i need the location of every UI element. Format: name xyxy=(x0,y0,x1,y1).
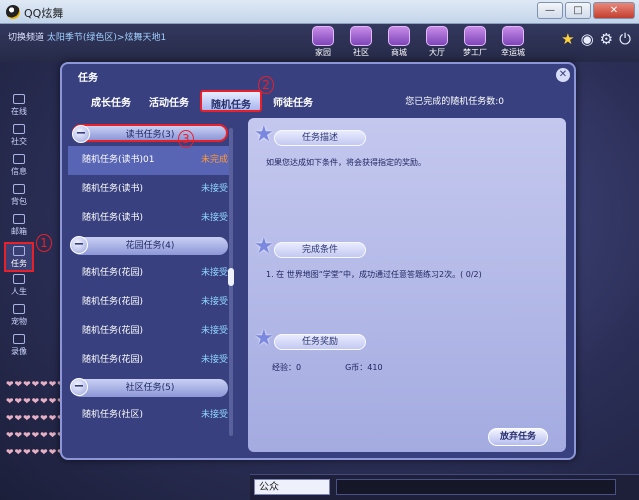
section-title: 任务奖励 xyxy=(274,334,366,350)
window-titlebar: QQ炫舞 — □ ✕ xyxy=(0,0,639,24)
sound-icon[interactable]: ◉ xyxy=(581,30,594,48)
lucky-city-icon xyxy=(502,26,524,46)
condition-text: 1. 在 世界地图“学堂”中，成功通过任意答题练习2次。( 0/2) xyxy=(266,270,482,279)
task-row[interactable]: 随机任务(读书)01 未完成 xyxy=(68,146,232,175)
pet-icon xyxy=(13,304,25,314)
completed-count: 您已完成的随机任务数:0 xyxy=(405,97,504,107)
chat-message-input[interactable] xyxy=(336,479,616,495)
task-row[interactable]: 随机任务(社区) 未接受 xyxy=(68,401,232,430)
replay-icon xyxy=(13,334,25,344)
window-title: QQ炫舞 xyxy=(24,7,64,20)
tab-mentor[interactable]: 师徒任务 xyxy=(264,90,322,112)
switch-channel-link[interactable]: 切换频道 xyxy=(8,33,44,43)
mail-icon xyxy=(13,214,25,224)
task-list: − 读书任务(3) 随机任务(读书)01 未完成 随机任务(读书) 未接受 随机任务… xyxy=(68,120,232,440)
mall-icon xyxy=(388,26,410,46)
nav-dream-factory[interactable]: 梦工厂 xyxy=(460,26,490,58)
chat-input-bar: 公众 xyxy=(250,474,639,500)
dream-factory-icon xyxy=(464,26,486,46)
task-detail: ★ 任务描述 如果您达成如下条件，将会获得指定的奖励。 ★ 完成条件 1. 在 世界… xyxy=(248,118,566,452)
category-reading[interactable]: − 读书任务(3) xyxy=(72,124,228,143)
section-title: 任务描述 xyxy=(274,130,366,146)
chat-channel-select[interactable]: 公众 xyxy=(254,479,330,495)
info-icon xyxy=(13,154,25,164)
nav-lobby[interactable]: 大厅 xyxy=(422,26,452,58)
annotation-2: 2 xyxy=(258,76,274,94)
task-row[interactable]: 随机任务(读书) 未接受 xyxy=(68,204,232,233)
task-icon xyxy=(13,246,25,256)
nav-community[interactable]: 社区 xyxy=(346,26,376,58)
tab-growth[interactable]: 成长任务 xyxy=(82,90,140,112)
rail-bag[interactable]: 背包 xyxy=(4,182,34,212)
rail-life[interactable]: 人生 xyxy=(4,272,34,302)
bag-icon xyxy=(13,184,25,194)
maximize-button[interactable]: □ xyxy=(565,2,591,19)
section-title: 完成条件 xyxy=(274,242,366,258)
rail-pet[interactable]: 宠物 xyxy=(4,302,34,332)
task-row[interactable]: 随机任务(花园) 未接受 xyxy=(68,259,232,288)
category-community[interactable]: − 社区任务(5) xyxy=(70,378,228,397)
collapse-icon[interactable]: − xyxy=(70,236,88,254)
right-tools: ★ ◉ ⚙ ⏻ xyxy=(561,30,631,48)
life-icon xyxy=(13,274,25,284)
side-rail: 在线 社交 信息 背包 邮箱 任务 人生 宠物 录像 xyxy=(4,92,34,362)
nav-mall[interactable]: 商城 xyxy=(384,26,414,58)
star-icon[interactable]: ★ xyxy=(561,30,574,48)
category-garden[interactable]: − 花园任务(4) xyxy=(70,236,228,255)
tab-activity[interactable]: 活动任务 xyxy=(140,90,198,112)
home-icon xyxy=(312,26,334,46)
rail-tasks[interactable]: 任务 xyxy=(4,242,34,272)
nav-home[interactable]: 家园 xyxy=(308,26,338,58)
channel-breadcrumb: 切换频道 太阳季节(绿色区)>炫舞天地1 xyxy=(8,30,166,43)
task-row[interactable]: 随机任务(花园) 未接受 xyxy=(68,317,232,346)
exit-icon[interactable]: ⏻ xyxy=(619,30,631,48)
dialog-title: 任务 xyxy=(78,73,98,84)
give-up-task-button[interactable]: 放弃任务 xyxy=(488,428,548,446)
rail-replay[interactable]: 录像 xyxy=(4,332,34,362)
collapse-icon[interactable]: − xyxy=(72,125,90,143)
description-text: 如果您达成如下条件，将会获得指定的奖励。 xyxy=(266,158,426,167)
rail-info[interactable]: 信息 xyxy=(4,152,34,182)
task-row[interactable]: 随机任务(花园) 未接受 xyxy=(68,346,232,375)
task-row[interactable]: 随机任务(读书) 未接受 xyxy=(68,175,232,204)
app-logo-icon xyxy=(6,5,20,19)
star-icon: ★ xyxy=(254,326,274,351)
task-row[interactable]: 随机任务(花园) 未接受 xyxy=(68,288,232,317)
minimize-button[interactable]: — xyxy=(537,2,563,19)
rail-online[interactable]: 在线 xyxy=(4,92,34,122)
list-scroll-thumb[interactable] xyxy=(228,268,234,286)
description-section: ★ 任务描述 如果您达成如下条件，将会获得指定的奖励。 xyxy=(254,124,556,169)
task-dialog: 任务 ✕ 成长任务 活动任务 随机任务 师徒任务 您已完成的随机任务数:0 − … xyxy=(60,62,576,460)
lobby-icon xyxy=(426,26,448,46)
rail-mail[interactable]: 邮箱 xyxy=(4,212,34,242)
channel-path: 太阳季节(绿色区)>炫舞天地1 xyxy=(46,33,167,43)
reward-section: ★ 任务奖励 经验：0 G币：410 xyxy=(254,328,556,373)
star-icon: ★ xyxy=(254,234,274,259)
online-icon xyxy=(13,94,25,104)
nav-lucky-city[interactable]: 幸运城 xyxy=(498,26,528,58)
star-icon: ★ xyxy=(254,122,274,147)
reward-gcoin: G币：410 xyxy=(345,363,383,372)
rail-social[interactable]: 社交 xyxy=(4,122,34,152)
reward-exp: 经验：0 xyxy=(272,363,302,372)
annotation-3: 3 xyxy=(178,130,194,148)
top-nav: 家园 社区 商城 大厅 梦工厂 幸运城 xyxy=(308,26,528,58)
dialog-close-button[interactable]: ✕ xyxy=(556,68,570,82)
community-icon xyxy=(350,26,372,46)
tab-random[interactable]: 随机任务 xyxy=(200,90,262,112)
task-tabs: 成长任务 活动任务 随机任务 师徒任务 xyxy=(82,90,322,112)
social-icon xyxy=(13,124,25,134)
close-window-button[interactable]: ✕ xyxy=(593,2,635,19)
gear-icon[interactable]: ⚙ xyxy=(600,30,613,48)
condition-section: ★ 完成条件 1. 在 世界地图“学堂”中，成功通过任意答题练习2次。( 0/2) xyxy=(254,236,556,281)
collapse-icon[interactable]: − xyxy=(70,378,88,396)
annotation-1: 1 xyxy=(36,234,52,252)
